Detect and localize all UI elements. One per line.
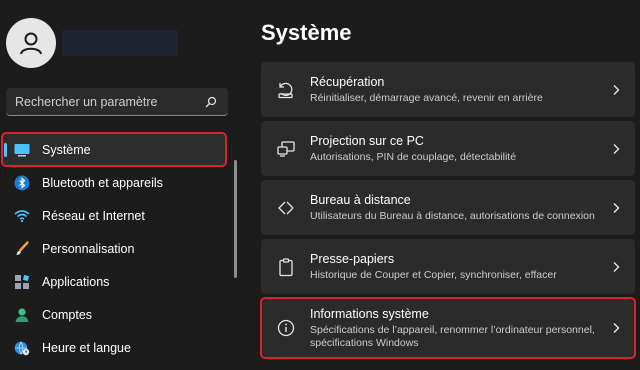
nav-item-reseau[interactable]: Réseau et Internet [0,199,232,232]
nav-item-label: Heure et langue [42,340,131,355]
nav-item-systeme[interactable]: Système [1,132,227,167]
card-title: Presse-papiers [310,251,395,266]
card-informations-systeme[interactable]: Informations système Spécifications de l… [260,297,636,359]
nav-item-comptes[interactable]: Comptes [0,298,232,331]
clipboard-icon [275,256,297,278]
nav-item-label: Bluetooth et appareils [42,175,163,190]
avatar[interactable] [6,18,56,68]
search-box[interactable] [6,88,228,116]
nav-item-label: Système [42,142,91,157]
nav-item-applications[interactable]: Applications [0,265,232,298]
nav-list: Système Bluetooth et appareils Réseau et… [0,132,232,364]
chevron-right-icon [613,143,620,154]
card-title: Projection sur ce PC [310,133,424,148]
nav-item-heure-langue[interactable]: Heure et langue [0,331,232,364]
card-description: Historique de Couper et Copier, synchron… [310,268,557,281]
card-presse-papiers[interactable]: Presse-papiers Historique de Couper et C… [261,239,635,294]
settings-cards: Récupération Réinitialiser, démarrage av… [260,62,636,362]
card-description: Utilisateurs du Bureau à distance, autor… [310,209,595,222]
user-name-redacted [62,30,178,56]
monitor-icon [14,142,30,158]
nav-item-label: Applications [42,274,110,289]
chevron-right-icon [613,323,620,333]
card-bureau-distance[interactable]: Bureau à distance Utilisateurs du Bureau… [261,180,635,235]
nav-item-label: Réseau et Internet [42,208,145,223]
projection-icon [275,138,297,160]
chevron-right-icon [613,202,620,213]
user-icon [20,32,42,55]
card-recuperation[interactable]: Récupération Réinitialiser, démarrage av… [261,62,635,117]
card-description: Réinitialiser, démarrage avancé, revenir… [310,91,543,104]
card-title: Informations système [310,306,429,321]
recovery-icon [275,79,297,101]
brush-icon [14,240,30,257]
search-input[interactable] [15,94,204,109]
bluetooth-icon [14,175,30,191]
sidebar: Système Bluetooth et appareils Réseau et… [0,0,243,370]
remote-desktop-icon [275,197,297,219]
account-icon [14,307,30,323]
nav-item-label: Personnalisation [42,241,135,256]
search-icon[interactable] [204,95,218,109]
card-title: Récupération [310,74,385,89]
globe-clock-icon [14,340,30,356]
nav-item-personnalisation[interactable]: Personnalisation [0,232,232,265]
card-description: Spécifications de l’appareil, renommer l… [310,323,595,349]
page-title: Système [261,20,352,45]
card-title: Bureau à distance [310,192,411,207]
nav-item-label: Comptes [42,307,93,322]
sidebar-scrollbar[interactable] [234,160,237,278]
wifi-icon [14,208,30,224]
apps-icon [14,274,30,290]
nav-item-bluetooth[interactable]: Bluetooth et appareils [0,166,232,199]
card-projection[interactable]: Projection sur ce PC Autorisations, PIN … [261,121,635,176]
chevron-right-icon [613,261,620,272]
info-icon [275,317,297,339]
chevron-right-icon [613,84,620,95]
card-description: Autorisations, PIN de couplage, détectab… [310,150,517,163]
